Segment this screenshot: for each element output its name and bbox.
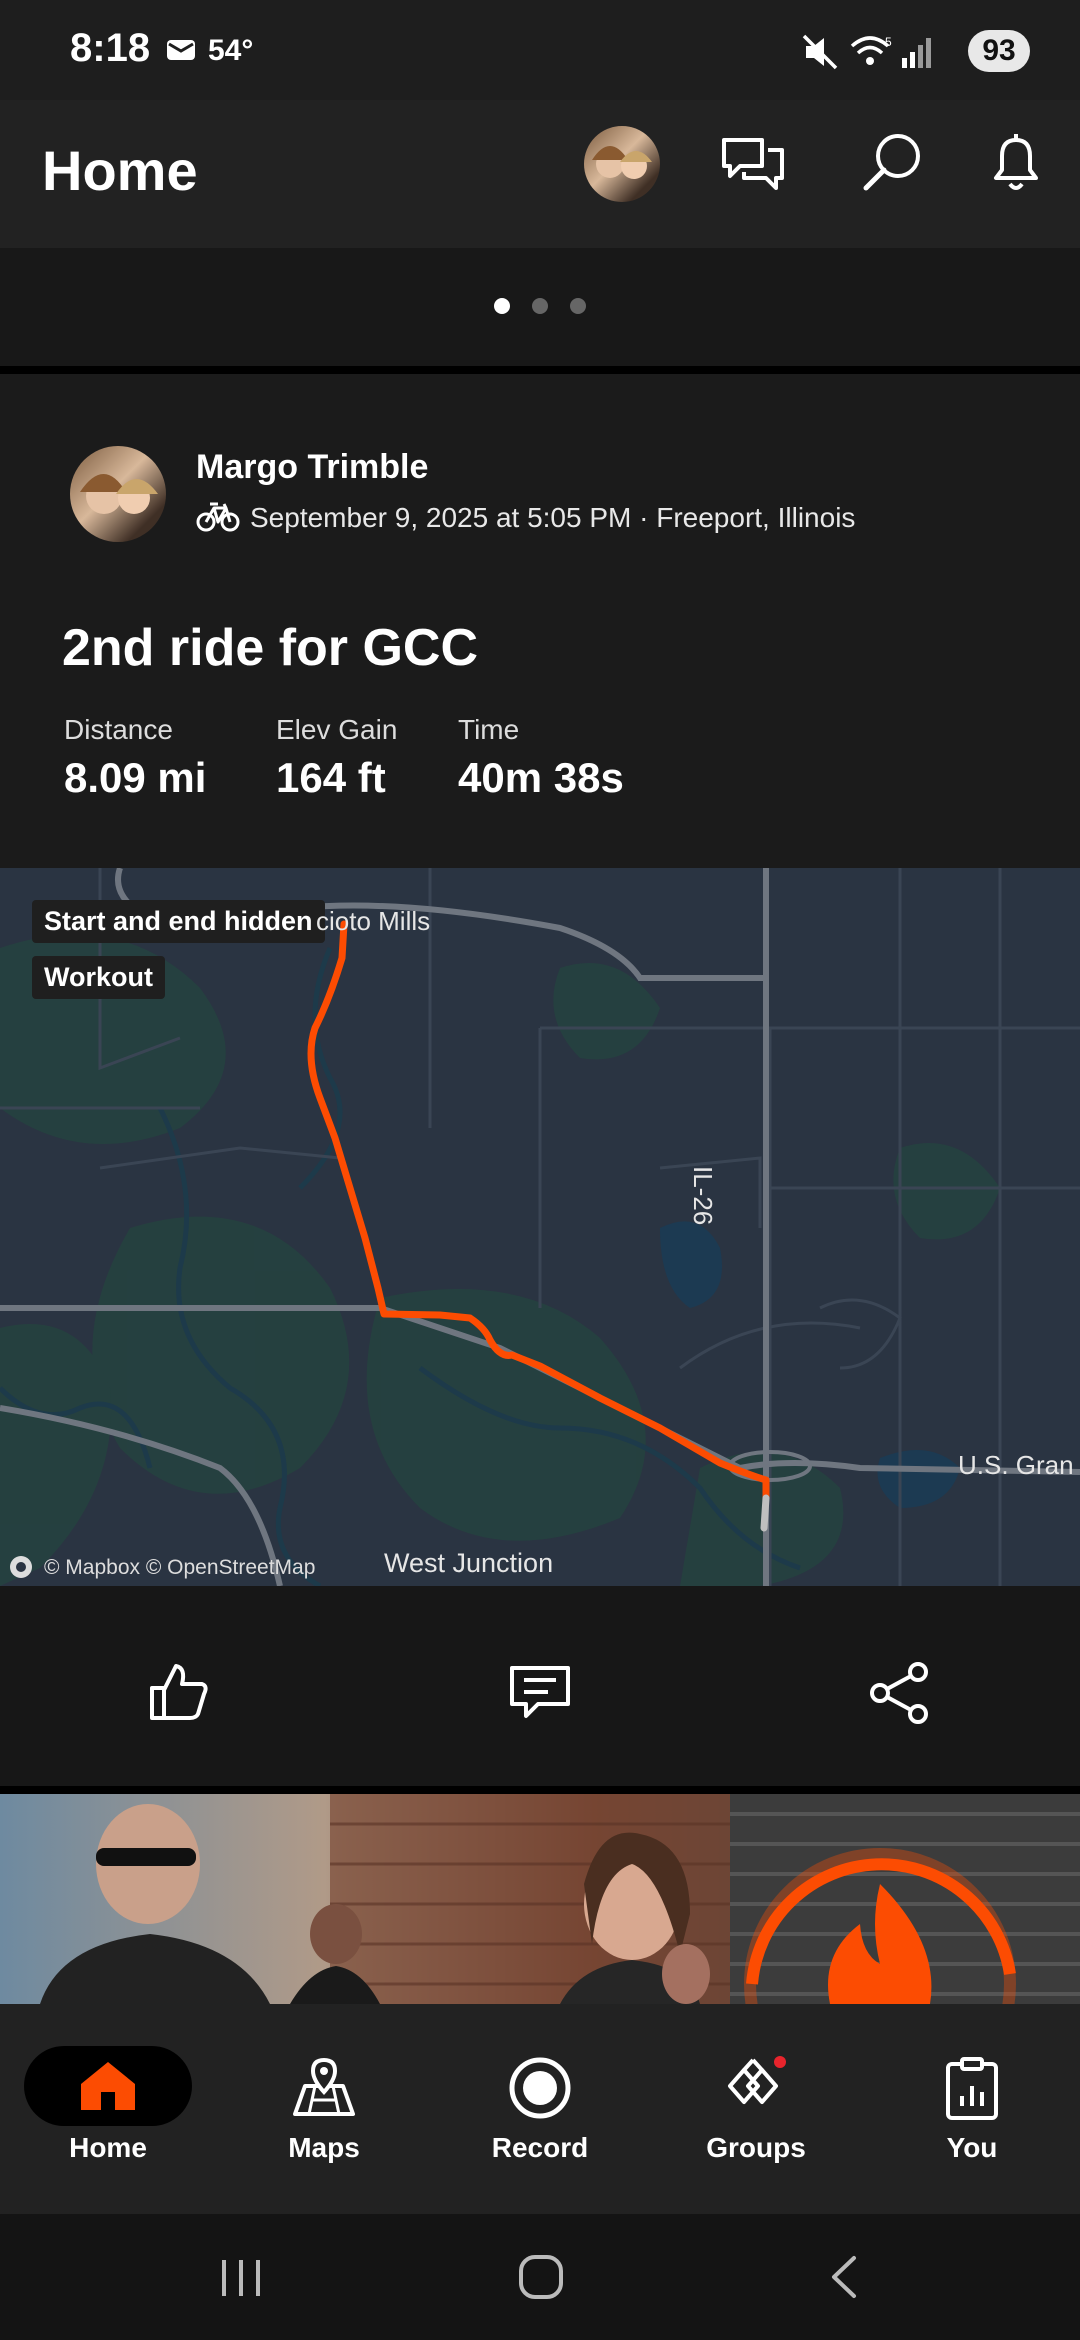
status-time: 8:18 <box>70 26 151 70</box>
search-icon[interactable] <box>860 130 924 199</box>
messages-icon[interactable] <box>720 134 786 201</box>
system-navigation-bar <box>0 2214 1080 2340</box>
privacy-badge: Start and end hidden <box>32 900 325 943</box>
stat-value-time: 40m 38s <box>458 754 624 801</box>
stat-label-elevation: Elev Gain <box>276 714 398 745</box>
athlete-avatar[interactable] <box>70 446 166 542</box>
svg-text:5: 5 <box>885 35 892 49</box>
groups-icon <box>722 2056 790 2123</box>
bottom-navigation: Home Maps Record Groups You <box>0 2004 1080 2214</box>
mapbox-logo-icon <box>8 1554 34 1585</box>
nav-maps[interactable]: Maps <box>216 2004 432 2214</box>
activity-meta: September 9, 2025 at 5:05 PM · Freeport,… <box>250 502 856 533</box>
activity-actions <box>0 1586 1080 1794</box>
activity-card[interactable]: Margo Trimble September 9, 2025 at 5:05 … <box>0 374 1080 868</box>
status-temperature: 54° <box>208 34 254 67</box>
promo-image <box>40 1794 1080 2004</box>
stat-value-elevation: 164 ft <box>276 754 386 801</box>
mute-icon <box>800 34 840 75</box>
map-label-mills: cioto Mills <box>316 906 431 936</box>
map-label-us-route: U.S. Gran <box>958 1450 1074 1480</box>
home-button-icon[interactable] <box>518 2254 564 2305</box>
home-icon <box>77 2058 139 2119</box>
status-bar: 8:18 54° 5 93 <box>0 0 1080 100</box>
nav-groups-label: Groups <box>706 2132 806 2163</box>
carousel-dot[interactable] <box>532 298 548 314</box>
nav-home-label: Home <box>69 2132 147 2163</box>
map-attribution[interactable]: © Mapbox © OpenStreetMap <box>44 1556 315 1580</box>
athlete-name[interactable]: Margo Trimble <box>196 448 428 487</box>
nav-you-label: You <box>946 2132 998 2163</box>
nav-you[interactable]: You <box>864 2004 1080 2214</box>
stat-value-distance: 8.09 mi <box>64 754 207 801</box>
route-map[interactable]: Start and end hidden Workout cioto Mills… <box>0 868 1080 1586</box>
carousel-strip[interactable] <box>0 248 1080 374</box>
carousel-dot[interactable] <box>570 298 586 314</box>
recent-apps-icon[interactable] <box>218 2258 264 2303</box>
notifications-bell-icon[interactable] <box>986 130 1046 201</box>
bike-icon <box>196 500 240 539</box>
app-header: Home <box>0 100 1080 248</box>
page-title: Home <box>42 139 198 202</box>
profile-avatar[interactable] <box>584 126 660 202</box>
nav-home[interactable]: Home <box>0 2004 216 2214</box>
record-icon <box>508 2056 572 2125</box>
map-label-il26: IL-26 <box>688 1166 718 1226</box>
battery-indicator: 93 <box>968 30 1030 72</box>
mail-icon <box>166 38 196 62</box>
comment-icon[interactable] <box>508 1664 572 1727</box>
signal-icon <box>900 34 936 75</box>
stat-label-time: Time <box>458 714 520 745</box>
stat-label-distance: Distance <box>64 714 173 745</box>
activity-type-badge: Workout <box>32 956 165 999</box>
promo-banner[interactable] <box>0 1794 1080 2004</box>
maps-icon <box>291 2056 357 2123</box>
you-clipboard-icon <box>944 2056 1000 2125</box>
nav-maps-label: Maps <box>288 2132 360 2163</box>
nav-record[interactable]: Record <box>432 2004 648 2214</box>
back-icon[interactable] <box>826 2254 860 2305</box>
nav-record-label: Record <box>491 2132 589 2163</box>
kudos-thumbs-up-icon[interactable] <box>148 1662 210 1727</box>
share-icon[interactable] <box>868 1662 932 1729</box>
activity-title[interactable]: 2nd ride for GCC <box>62 618 478 678</box>
wifi-icon: 5 <box>850 34 894 75</box>
map-label-junction: West Junction <box>384 1548 554 1578</box>
carousel-dot-active[interactable] <box>494 298 510 314</box>
nav-groups[interactable]: Groups <box>648 2004 864 2214</box>
